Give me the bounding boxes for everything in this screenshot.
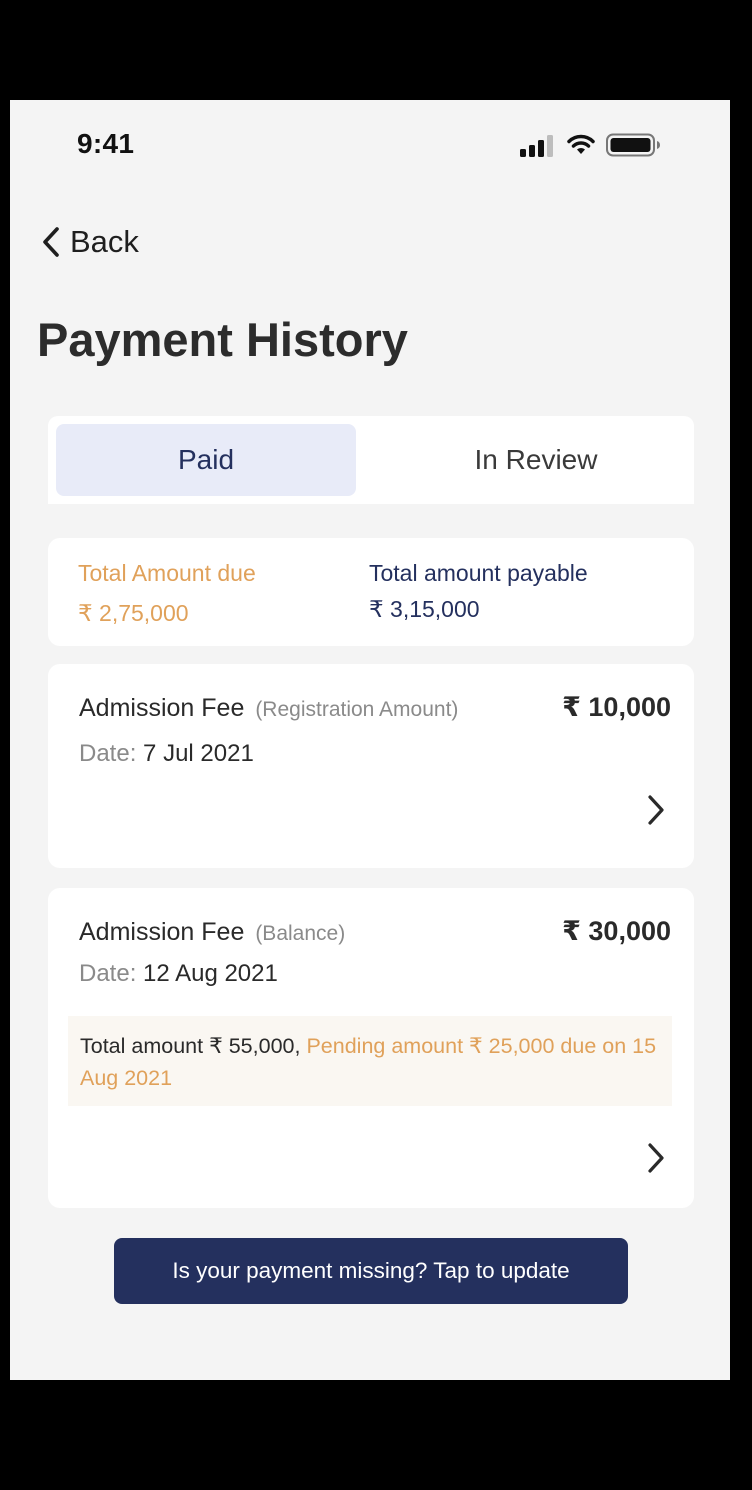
status-time: 9:41 — [77, 128, 135, 159]
chevron-left-icon — [43, 227, 59, 257]
payment-card[interactable]: Admission Fee (Balance) ₹ 30,000 Date: 1… — [48, 888, 694, 1208]
chevron-right-icon[interactable] — [646, 1142, 666, 1174]
total-due-label: Total Amount due — [78, 560, 256, 586]
missing-payment-button[interactable]: Is your payment missing? Tap to update — [114, 1238, 628, 1304]
payment-date-label: Date: — [79, 740, 137, 767]
payment-subtitle: (Balance) — [255, 922, 346, 945]
payment-date: Date: 12 Aug 2021 — [79, 960, 278, 988]
tab-bar: Paid In Review — [48, 416, 694, 504]
payment-name: Admission Fee — [79, 694, 245, 722]
back-label: Back — [70, 224, 139, 259]
payment-amount: ₹ 10,000 — [562, 692, 671, 722]
tab-in-review[interactable]: In Review — [386, 424, 686, 496]
total-payable-value: ₹ 3,15,000 — [369, 596, 480, 622]
tab-paid[interactable]: Paid — [56, 424, 356, 496]
payment-date-label: Date: — [79, 960, 137, 987]
payment-title: Admission Fee (Balance) — [79, 918, 345, 947]
payment-card[interactable]: Admission Fee (Registration Amount) ₹ 10… — [48, 664, 694, 868]
total-payable-label: Total amount payable — [369, 560, 588, 586]
back-button[interactable]: Back — [40, 222, 139, 262]
chevron-right-icon[interactable] — [646, 794, 666, 826]
signal-icon — [520, 133, 554, 157]
battery-icon — [606, 133, 660, 157]
total-due-value: ₹ 2,75,000 — [78, 600, 189, 626]
payment-amount: ₹ 30,000 — [562, 916, 671, 946]
payment-subtitle: (Registration Amount) — [255, 698, 459, 721]
payment-date: Date: 7 Jul 2021 — [79, 740, 254, 768]
page-title: Payment History — [37, 313, 408, 366]
payment-name: Admission Fee — [79, 918, 245, 946]
phone-screen: 9:41 Back Payment History Paid In Review — [10, 100, 730, 1380]
payment-date-value: 12 Aug 2021 — [143, 960, 278, 987]
wifi-icon — [567, 134, 595, 154]
pending-note-total: Total amount ₹ 55,000, — [80, 1034, 301, 1058]
summary-card: Total Amount due ₹ 2,75,000 Total amount… — [48, 538, 694, 646]
payment-title: Admission Fee (Registration Amount) — [79, 694, 458, 723]
payment-date-value: 7 Jul 2021 — [143, 740, 254, 767]
pending-note: Total amount ₹ 55,000, Pending amount ₹ … — [68, 1016, 672, 1106]
